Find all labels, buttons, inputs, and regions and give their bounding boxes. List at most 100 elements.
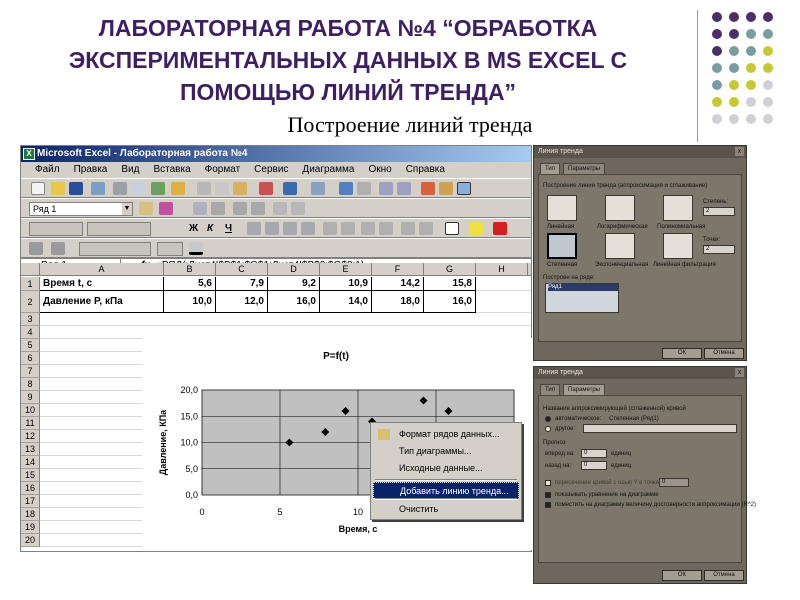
show-equation-checkbox[interactable] [545, 492, 551, 498]
column-header[interactable]: F [372, 263, 424, 276]
table-cell[interactable]: 16,0 [268, 291, 320, 313]
new-file-icon[interactable] [31, 182, 45, 195]
cancel-button[interactable]: Отмена [704, 570, 744, 581]
percent-icon[interactable] [323, 222, 337, 235]
sort-ascending-icon[interactable] [379, 182, 393, 195]
menu-item[interactable]: Вставка [153, 164, 190, 175]
context-menu-item[interactable]: Очистить [373, 501, 519, 518]
angle-text-down-icon[interactable] [273, 202, 287, 215]
font-size-combo[interactable] [87, 222, 151, 236]
row-header[interactable]: 18 [21, 508, 40, 521]
context-menu-item[interactable]: Формат рядов данных... [373, 426, 519, 443]
close-icon[interactable]: x [735, 147, 744, 156]
draw-menu-icon[interactable] [29, 242, 43, 255]
fill-color-icon[interactable] [469, 222, 483, 235]
table-cell[interactable]: 5,6 [164, 277, 216, 291]
table-cell[interactable]: 16,0 [424, 291, 476, 313]
row-header[interactable]: 10 [21, 404, 40, 417]
column-header[interactable]: E [320, 263, 372, 276]
dialog-titlebar[interactable]: Линия тренда x [534, 146, 746, 158]
close-icon[interactable]: x [735, 368, 744, 377]
hyperlink-icon[interactable] [339, 182, 353, 195]
chart-wizard-icon[interactable] [421, 182, 435, 195]
print-icon[interactable] [113, 182, 127, 195]
ok-button[interactable]: ОК [662, 348, 702, 359]
context-menu-item[interactable]: Тип диаграммы... [373, 443, 519, 460]
menu-item[interactable]: Вид [121, 164, 139, 175]
row-header[interactable]: 4 [21, 326, 40, 339]
row-header[interactable]: 16 [21, 482, 40, 495]
by-row-icon[interactable] [233, 202, 247, 215]
column-header[interactable]: D [268, 263, 320, 276]
style-combo[interactable] [157, 242, 183, 256]
menu-item[interactable]: Диаграмма [302, 164, 354, 175]
menu-item[interactable]: Файл [35, 164, 60, 175]
legend-icon[interactable] [193, 202, 207, 215]
trend-type-exp[interactable] [605, 233, 635, 259]
font-color-icon[interactable] [493, 222, 507, 235]
comma-style-icon[interactable] [341, 222, 355, 235]
cancel-button[interactable]: Отмена [704, 348, 744, 359]
line-color-icon[interactable] [189, 242, 203, 255]
align-right-icon[interactable] [283, 222, 297, 235]
increase-indent-icon[interactable] [419, 222, 433, 235]
trend-type-log[interactable] [605, 195, 635, 221]
table-cell[interactable]: 14,0 [320, 291, 372, 313]
sort-descending-icon[interactable] [397, 182, 411, 195]
cut-icon[interactable] [197, 182, 211, 195]
chart-type-icon[interactable] [159, 202, 173, 215]
row-header[interactable]: 20 [21, 534, 40, 547]
by-column-icon[interactable] [251, 202, 265, 215]
copy-icon[interactable] [215, 182, 229, 195]
trend-type-moving-avg[interactable] [663, 233, 693, 259]
spelling-icon[interactable] [151, 182, 165, 195]
font-name-combo[interactable] [29, 222, 83, 236]
trend-type-power[interactable] [547, 233, 577, 259]
trend-type-poly[interactable] [663, 195, 693, 221]
table-cell[interactable]: 12,0 [216, 291, 268, 313]
column-header[interactable]: G [424, 263, 476, 276]
column-header[interactable]: H [476, 263, 528, 276]
data-table-icon[interactable] [211, 202, 225, 215]
row-header[interactable]: 15 [21, 469, 40, 482]
row-header[interactable]: 8 [21, 378, 40, 391]
tab-parameters[interactable]: Параметры [563, 163, 605, 174]
table-cell[interactable]: Время t, с [40, 277, 164, 291]
table-cell[interactable]: 10,9 [320, 277, 372, 291]
row-header[interactable]: 17 [21, 495, 40, 508]
context-menu-item[interactable]: Исходные данные... [373, 460, 519, 477]
table-cell[interactable]: 18,0 [372, 291, 424, 313]
excel-titlebar[interactable]: X Microsoft Excel - Лабораторная работа … [21, 146, 531, 162]
menu-item[interactable]: Правка [74, 164, 108, 175]
paste-icon[interactable] [233, 182, 247, 195]
table-cell[interactable]: 14,2 [372, 277, 424, 291]
email-icon[interactable] [91, 182, 105, 195]
eraser-icon[interactable] [51, 242, 65, 255]
menu-item[interactable]: Сервис [254, 164, 288, 175]
row-header[interactable]: 19 [21, 521, 40, 534]
table-cell[interactable]: 9,2 [268, 277, 320, 291]
intercept-input[interactable]: 0 [659, 478, 689, 487]
series-listbox[interactable]: Ряд1 [545, 283, 619, 313]
tab-type[interactable]: Тип [540, 163, 561, 174]
row-header[interactable]: 5 [21, 339, 40, 352]
row-header[interactable]: 6 [21, 352, 40, 365]
row-header[interactable]: 1 [21, 277, 40, 291]
select-all-corner[interactable] [21, 263, 40, 276]
chevron-down-icon[interactable]: ▼ [122, 203, 132, 215]
table-cell[interactable]: 10,0 [164, 291, 216, 313]
column-header[interactable]: B [164, 263, 216, 276]
autosum-icon[interactable] [357, 182, 371, 195]
underline-button[interactable]: Ч [225, 222, 232, 235]
row-header[interactable]: 12 [21, 430, 40, 443]
row-header[interactable]: 3 [21, 313, 40, 326]
column-header[interactable]: I [528, 263, 531, 276]
table-cell[interactable]: 7,9 [216, 277, 268, 291]
auto-name-radio[interactable] [545, 416, 551, 422]
format-painter-icon[interactable] [259, 182, 273, 195]
redo-icon[interactable] [311, 182, 325, 195]
angle-text-up-icon[interactable] [291, 202, 305, 215]
points-input[interactable]: 2 [703, 245, 735, 254]
bold-button[interactable]: Ж [189, 222, 198, 235]
align-center-icon[interactable] [265, 222, 279, 235]
